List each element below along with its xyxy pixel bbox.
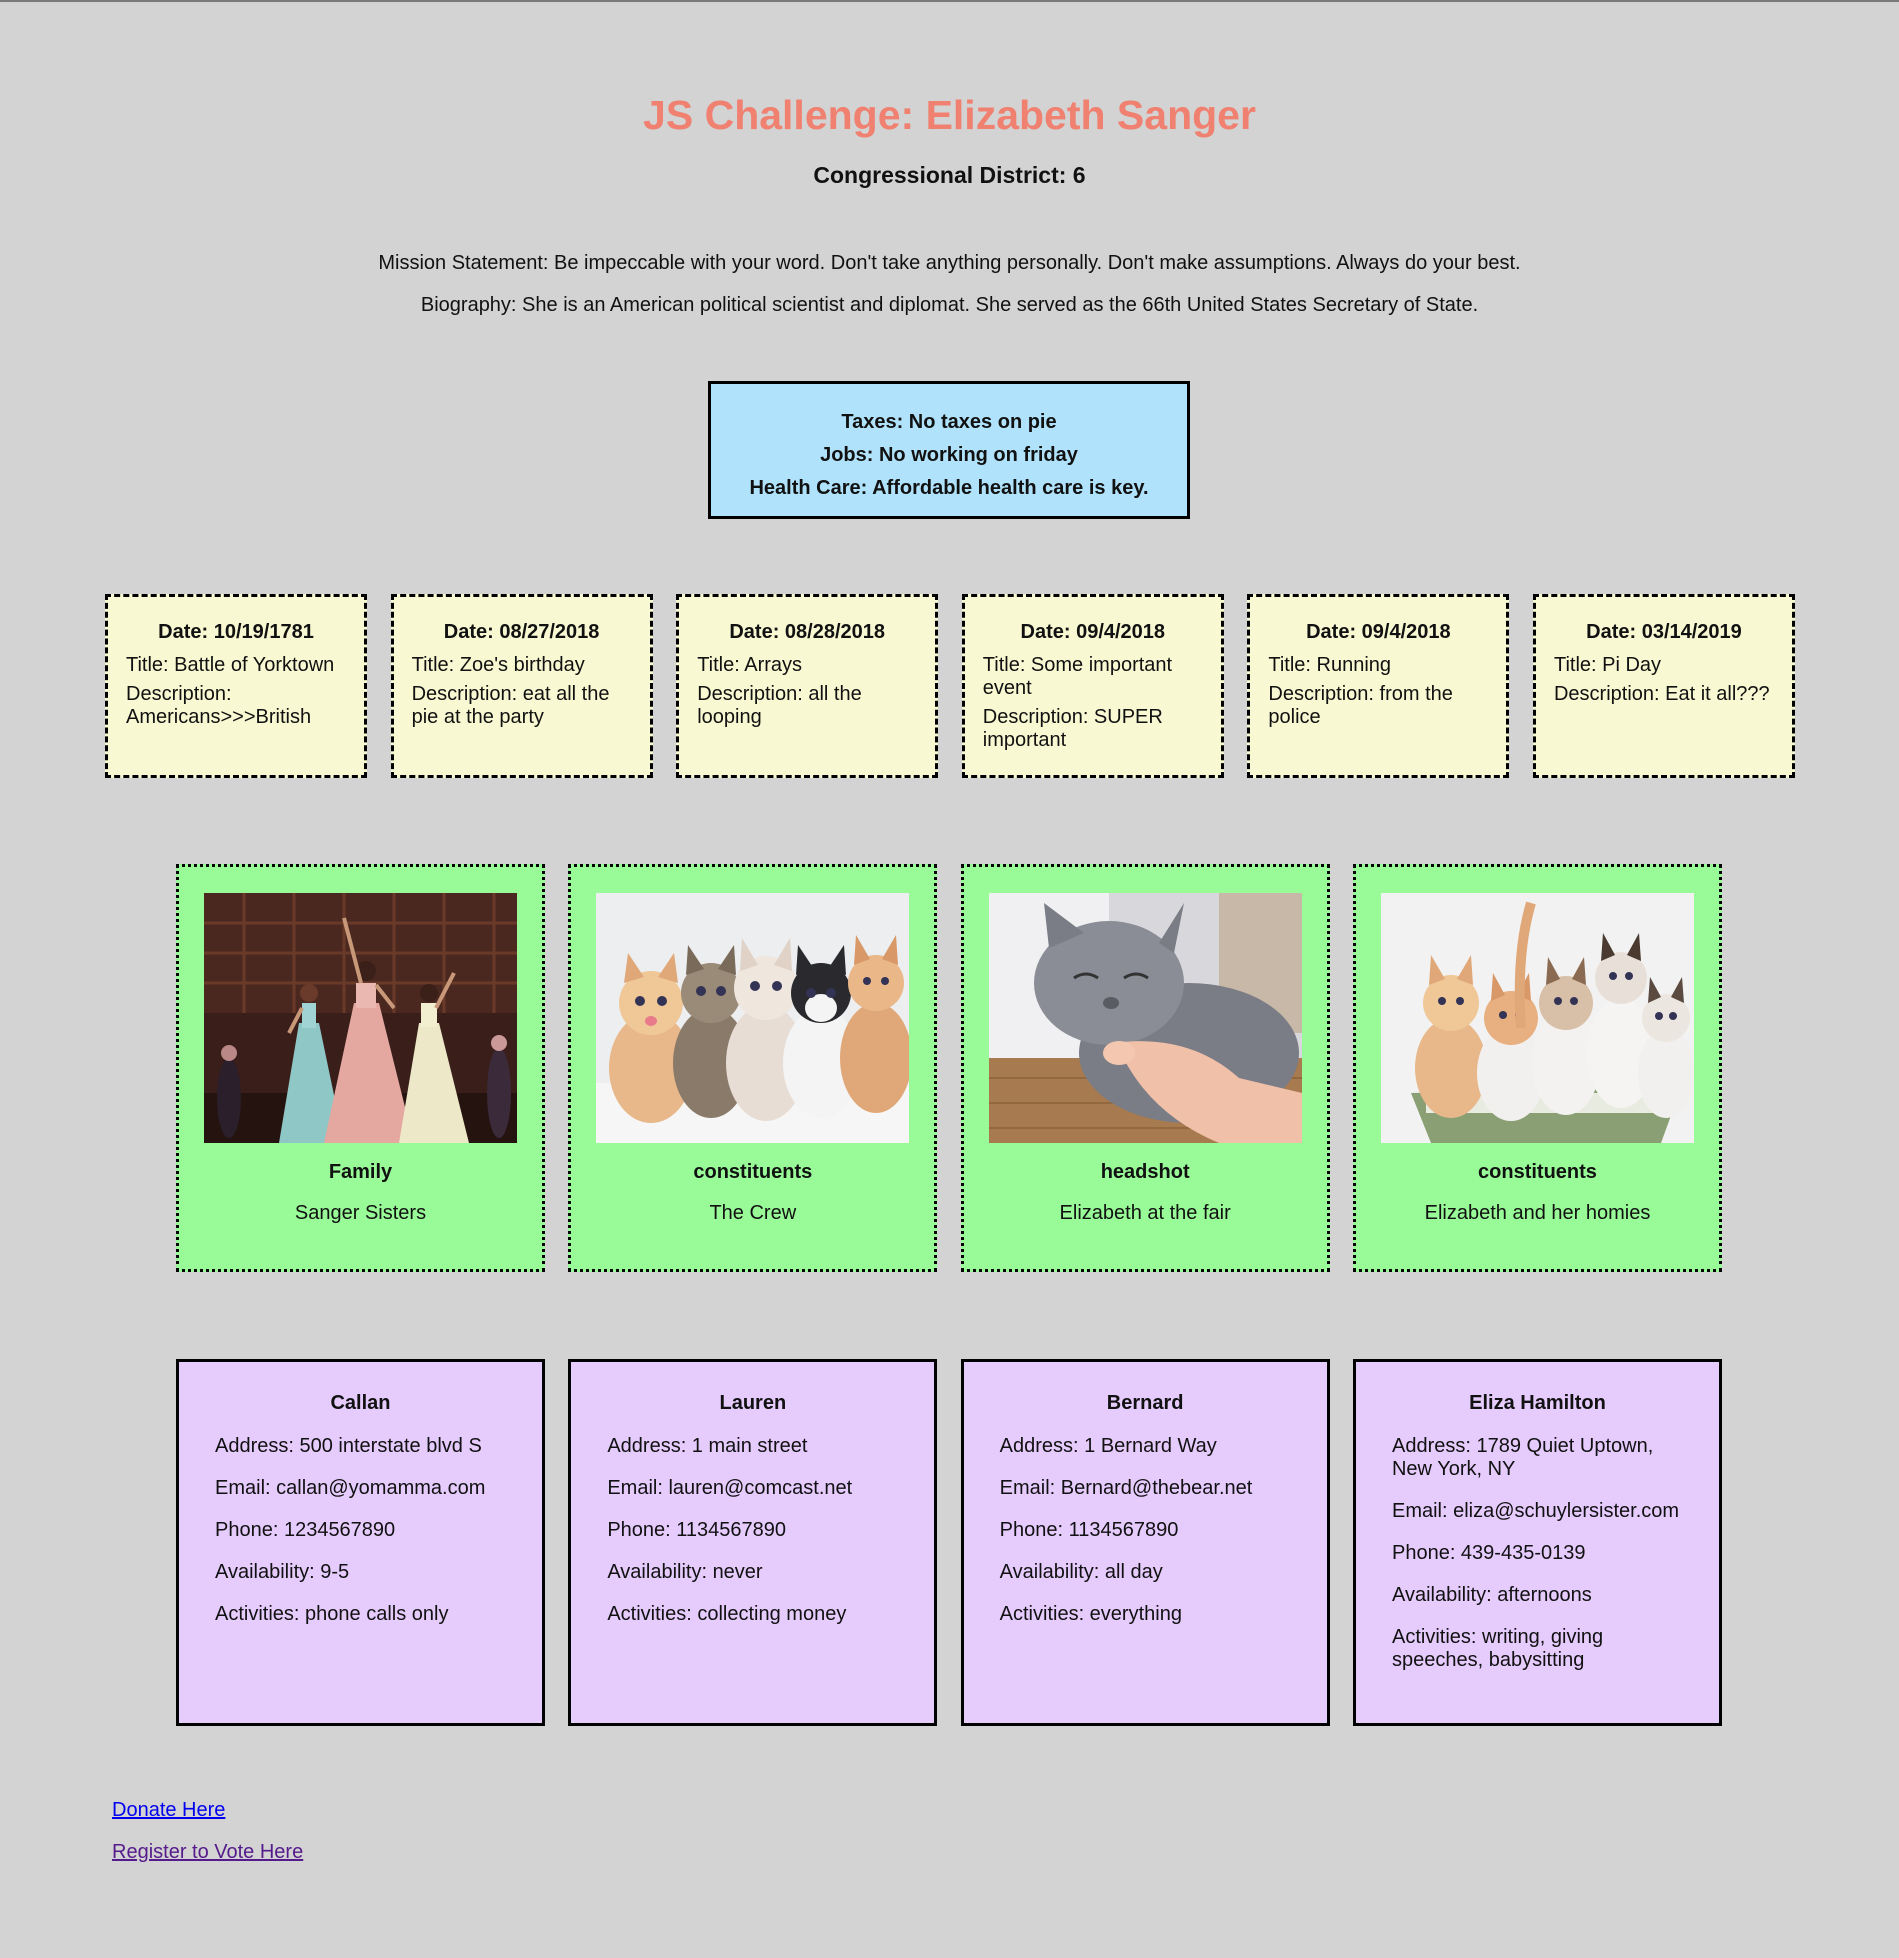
stage-performance-photo <box>204 893 517 1143</box>
event-date: Date: 10/19/1781 <box>158 621 314 643</box>
volunteer-email: Email: lauren@comcast.net <box>607 1477 853 1499</box>
event-title: Title: Running <box>1268 654 1392 676</box>
photo-card: headshot Elizabeth at the fair <box>960 864 1330 1272</box>
volunteer-activities: Activities: collecting money <box>607 1603 847 1625</box>
events-list: Date: 10/19/1781 Title: Battle of Yorkto… <box>105 594 1795 778</box>
photo-caption: Elizabeth and her homies <box>1424 1202 1651 1224</box>
volunteer-card: Lauren Address: 1 main street Email: lau… <box>568 1359 938 1726</box>
event-title: Title: Some important event <box>982 654 1173 699</box>
kittens-in-basket-photo <box>1380 893 1694 1143</box>
photo-type: headshot <box>1100 1161 1190 1183</box>
photo-gallery: Family Sanger Sisters constituents The C… <box>176 864 1722 1272</box>
event-description: Description: eat all the pie at the part… <box>411 683 610 728</box>
volunteer-email: Email: callan@yomamma.com <box>215 1477 486 1499</box>
event-title: Title: Battle of Yorktown <box>126 654 335 676</box>
volunteer-address: Address: 1 Bernard Way <box>999 1435 1217 1457</box>
event-description: Description: all the looping <box>697 683 862 728</box>
event-date: Date: 09/4/2018 <box>1020 621 1166 643</box>
volunteer-phone: Phone: 1134567890 <box>999 1519 1179 1541</box>
event-card: Date: 08/27/2018 Title: Zoe's birthday D… <box>390 594 653 778</box>
event-card: Date: 09/4/2018 Title: Some important ev… <box>961 594 1224 778</box>
congressional-district: Congressional District: 6 <box>813 162 1086 188</box>
donate-link[interactable]: Donate Here <box>112 1799 225 1822</box>
event-date: Date: 03/14/2019 <box>1586 621 1742 643</box>
platform-jobs: Jobs: No working on friday <box>820 444 1078 466</box>
event-date: Date: 08/28/2018 <box>729 621 886 643</box>
volunteer-activities: Activities: writing, giving speeches, ba… <box>1391 1626 1604 1671</box>
photo-type: constituents <box>693 1161 813 1183</box>
photo-caption: Sanger Sisters <box>294 1202 427 1224</box>
volunteer-activities: Activities: everything <box>999 1603 1182 1625</box>
volunteer-address: Address: 1 main street <box>607 1435 808 1457</box>
platform-taxes: Taxes: No taxes on pie <box>841 411 1057 433</box>
event-description: Description: from the police <box>1268 683 1453 728</box>
event-card: Date: 03/14/2019 Title: Pi Day Descripti… <box>1532 594 1795 778</box>
volunteer-phone: Phone: 1134567890 <box>607 1519 787 1541</box>
event-description: Description: Eat it all??? <box>1553 683 1770 705</box>
volunteers-list: Callan Address: 500 interstate blvd S Em… <box>176 1359 1722 1726</box>
photo-type: constituents <box>1478 1161 1597 1183</box>
volunteer-email: Email: Bernard@thebear.net <box>999 1477 1253 1499</box>
volunteer-availability: Availability: 9-5 <box>215 1561 350 1583</box>
photo-caption: The Crew <box>709 1202 797 1224</box>
volunteer-card: Callan Address: 500 interstate blvd S Em… <box>176 1359 545 1726</box>
volunteer-name: Lauren <box>719 1392 787 1414</box>
photo-card: Family Sanger Sisters <box>176 864 545 1272</box>
register-to-vote-link[interactable]: Register to Vote Here <box>112 1841 303 1864</box>
volunteer-availability: Availability: all day <box>999 1561 1163 1583</box>
volunteer-phone: Phone: 1234567890 <box>215 1519 396 1541</box>
event-title: Title: Zoe's birthday <box>411 654 585 676</box>
volunteer-email: Email: eliza@schuylersister.com <box>1391 1500 1680 1522</box>
volunteer-address: Address: 1789 Quiet Uptown, New York, NY <box>1391 1435 1654 1480</box>
gray-cat-photo <box>988 893 1302 1143</box>
biography: Biography: She is an American political … <box>420 294 1479 316</box>
event-title: Title: Arrays <box>697 654 803 676</box>
volunteer-name: Eliza Hamilton <box>1469 1392 1606 1414</box>
volunteer-activities: Activities: phone calls only <box>215 1603 449 1625</box>
mission-statement: Mission Statement: Be impeccable with yo… <box>378 252 1521 274</box>
event-date: Date: 08/27/2018 <box>443 621 600 643</box>
volunteer-availability: Availability: never <box>607 1561 763 1583</box>
page-title: JS Challenge: Elizabeth Sanger <box>643 92 1256 138</box>
volunteer-name: Bernard <box>1106 1392 1184 1414</box>
event-title: Title: Pi Day <box>1553 654 1662 676</box>
event-description: Description: SUPER important <box>982 706 1163 751</box>
event-card: Date: 08/28/2018 Title: Arrays Descripti… <box>676 594 939 778</box>
event-card: Date: 10/19/1781 Title: Battle of Yorkto… <box>105 594 367 778</box>
kittens-photo <box>596 893 910 1143</box>
photo-type: Family <box>328 1161 393 1183</box>
volunteer-card: Eliza Hamilton Address: 1789 Quiet Uptow… <box>1352 1359 1722 1726</box>
top-border <box>0 0 1899 2</box>
volunteer-card: Bernard Address: 1 Bernard Way Email: Be… <box>960 1359 1330 1726</box>
event-card: Date: 09/4/2018 Title: Running Descripti… <box>1247 594 1510 778</box>
volunteer-availability: Availability: afternoons <box>1391 1584 1592 1606</box>
photo-card: constituents The Crew <box>568 864 938 1272</box>
volunteer-name: Callan <box>330 1392 391 1414</box>
photo-card: constituents Elizabeth and her homies <box>1352 864 1722 1272</box>
event-description: Description: Americans>>>British <box>126 683 312 728</box>
volunteer-phone: Phone: 439-435-0139 <box>1391 1542 1586 1564</box>
platform-health-care: Health Care: Affordable health care is k… <box>749 477 1149 499</box>
volunteer-address: Address: 500 interstate blvd S <box>215 1435 482 1457</box>
platform-box: Taxes: No taxes on pie Jobs: No working … <box>708 381 1190 519</box>
event-date: Date: 09/4/2018 <box>1306 621 1451 643</box>
photo-caption: Elizabeth at the fair <box>1059 1202 1231 1224</box>
